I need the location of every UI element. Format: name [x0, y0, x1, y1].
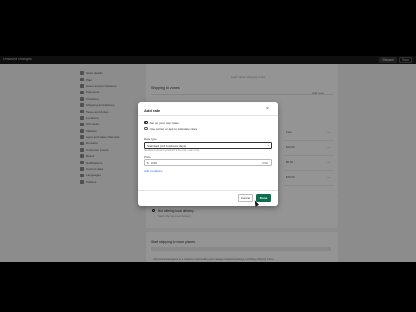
cancel-button[interactable]: Cancel [238, 194, 253, 202]
option-carrier-rates[interactable]: Use carrier or app to calculate rates [144, 127, 197, 131]
add-rate-modal: Add rate × Set up your own rates Use car… [138, 102, 278, 206]
modal-divider [138, 115, 278, 116]
modal-title: Add rate [144, 107, 161, 113]
price-input[interactable]: $ 0.00 USD [144, 159, 272, 166]
add-conditions-link[interactable]: Add conditions [144, 169, 162, 173]
modal-footer-divider [138, 190, 278, 191]
option-own-rates[interactable]: Set up your own rates [144, 121, 179, 125]
rate-type-select[interactable]: Standard (3-5 business days) ⌄ [144, 141, 272, 149]
radio-icon [144, 126, 148, 131]
rate-type-label: Rate type [144, 137, 157, 141]
rate-type-value: Standard (3-5 business days) [147, 143, 187, 148]
close-icon[interactable]: × [266, 106, 269, 112]
currency-code: USD [262, 161, 269, 166]
price-value: 0.00 [151, 161, 157, 166]
currency-symbol: $ [147, 161, 149, 166]
chevron-down-icon: ⌄ [267, 143, 271, 148]
rate-type-help: Standard is shown by default if a free r… [144, 149, 200, 152]
done-button[interactable]: Done [256, 194, 271, 202]
app-frame: Unsaved changes Discard Save Store detai… [0, 56, 416, 262]
radio-selected-icon [144, 120, 148, 125]
